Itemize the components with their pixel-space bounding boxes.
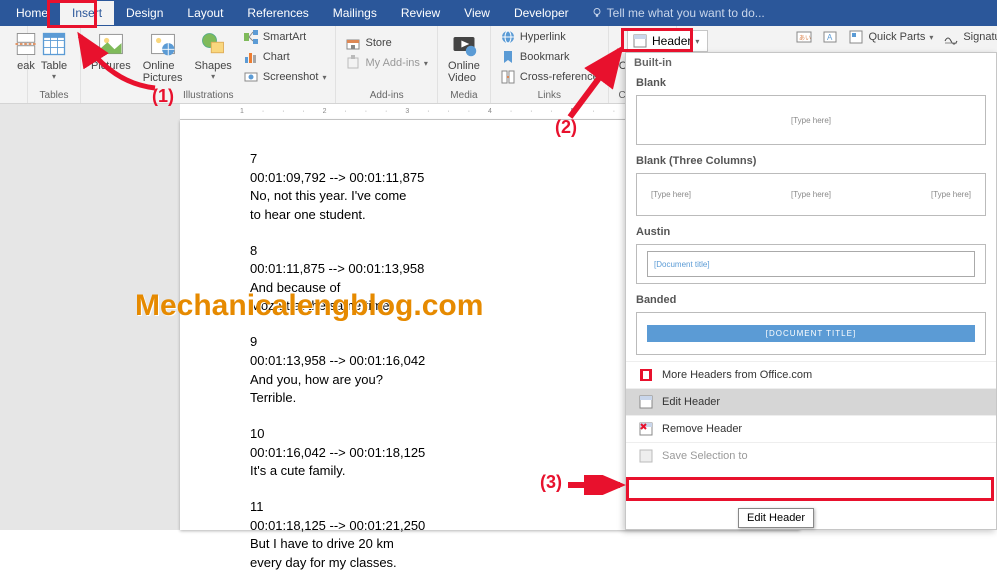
store-icon xyxy=(345,35,361,51)
smartart-button[interactable]: SmartArt xyxy=(240,28,330,46)
gallery-item-blank3[interactable]: [Type here] [Type here] [Type here] xyxy=(636,173,986,216)
page-header-icon xyxy=(638,394,654,410)
remove-header-button[interactable]: Remove Header xyxy=(626,415,996,442)
gallery-item-blank3-label: Blank (Three Columns) xyxy=(626,151,996,171)
signature-icon xyxy=(943,29,959,45)
ribbon-tabs: Home Insert Design Layout References Mai… xyxy=(0,0,997,26)
pictures-icon xyxy=(97,30,125,58)
chart-button[interactable]: Chart xyxy=(240,48,330,66)
tab-insert[interactable]: Insert xyxy=(60,1,114,25)
remove-header-icon xyxy=(638,421,654,437)
gallery-item-austin-label: Austin xyxy=(626,222,996,242)
gallery-item-banded[interactable]: [DOCUMENT TITLE] xyxy=(636,312,986,355)
video-icon xyxy=(450,30,478,58)
my-addins-button[interactable]: My Add-ins ▾ xyxy=(342,54,430,72)
more-headers-button[interactable]: More Headers from Office.com xyxy=(626,361,996,388)
online-pictures-button[interactable]: Online Pictures xyxy=(139,28,187,86)
group-tables-label: Tables xyxy=(34,88,74,103)
group-illustrations-label: Illustrations xyxy=(87,88,329,103)
header-icon xyxy=(632,33,648,49)
gallery-item-blank[interactable]: [Type here] xyxy=(636,95,986,145)
tab-developer[interactable]: Developer xyxy=(502,1,581,25)
hyperlink-button[interactable]: Hyperlink xyxy=(497,28,602,46)
greeting-icon: あい xyxy=(796,29,812,45)
screenshot-icon xyxy=(243,69,259,85)
chevron-down-icon: ▾ xyxy=(695,37,699,46)
office-icon xyxy=(638,367,654,383)
shapes-icon xyxy=(199,30,227,58)
svg-text:あい: あい xyxy=(799,35,811,42)
store-button[interactable]: Store xyxy=(342,34,430,52)
crossref-button[interactable]: Cross-reference xyxy=(497,68,602,86)
table-button[interactable]: Table▾ xyxy=(34,28,74,83)
hyperlink-icon xyxy=(500,29,516,45)
textbox-button[interactable]: A xyxy=(819,28,841,46)
gallery-item-banded-label: Banded xyxy=(626,290,996,310)
bookmark-icon xyxy=(500,49,516,65)
gallery-item-austin[interactable]: [Document title] xyxy=(636,244,986,284)
signature-line-button[interactable]: Signature Line xyxy=(940,28,997,46)
tab-mailings[interactable]: Mailings xyxy=(321,1,389,25)
quick-parts-button[interactable]: Quick Parts ▾ xyxy=(845,28,936,46)
tell-me[interactable]: Tell me what you want to do... xyxy=(591,6,765,20)
tooltip-edit-header: Edit Header xyxy=(738,508,814,528)
pictures-button[interactable]: Pictures xyxy=(87,28,135,74)
table-icon xyxy=(40,30,68,58)
tab-review[interactable]: Review xyxy=(389,1,452,25)
addins-icon xyxy=(345,55,361,71)
textbox-icon: A xyxy=(822,29,838,45)
tab-design[interactable]: Design xyxy=(114,1,175,25)
lightbulb-icon xyxy=(591,7,603,19)
greeting-line-button[interactable]: あい xyxy=(793,28,815,46)
header-dropdown-label: Header xyxy=(652,34,691,48)
screenshot-button[interactable]: Screenshot ▾ xyxy=(240,68,330,86)
online-pictures-icon xyxy=(149,30,177,58)
group-media-label: Media xyxy=(444,88,484,103)
header-dropdown-button[interactable]: Header ▾ xyxy=(627,30,708,52)
smartart-icon xyxy=(243,29,259,45)
bookmark-button[interactable]: Bookmark xyxy=(497,48,602,66)
save-icon xyxy=(638,448,654,464)
quick-parts-icon xyxy=(848,29,864,45)
svg-text:A: A xyxy=(827,33,833,42)
tab-home[interactable]: Home xyxy=(4,1,60,25)
gallery-item-blank-label: Blank xyxy=(626,73,996,93)
tell-me-text: Tell me what you want to do... xyxy=(607,6,765,20)
tab-layout[interactable]: Layout xyxy=(175,1,235,25)
gallery-section-builtin: Built-in xyxy=(626,53,996,73)
header-gallery: Built-in Blank [Type here] Blank (Three … xyxy=(625,52,997,530)
online-video-button[interactable]: Online Video xyxy=(444,28,484,86)
tab-references[interactable]: References xyxy=(235,1,320,25)
shapes-button[interactable]: Shapes▾ xyxy=(191,28,236,83)
group-links-label: Links xyxy=(497,88,602,103)
save-selection-button: Save Selection to xyxy=(626,442,996,469)
tab-view[interactable]: View xyxy=(452,1,502,25)
crossref-icon xyxy=(500,69,516,85)
edit-header-button[interactable]: Edit Header xyxy=(626,388,996,415)
chart-icon xyxy=(243,49,259,65)
group-addins-label: Add-ins xyxy=(342,88,430,103)
